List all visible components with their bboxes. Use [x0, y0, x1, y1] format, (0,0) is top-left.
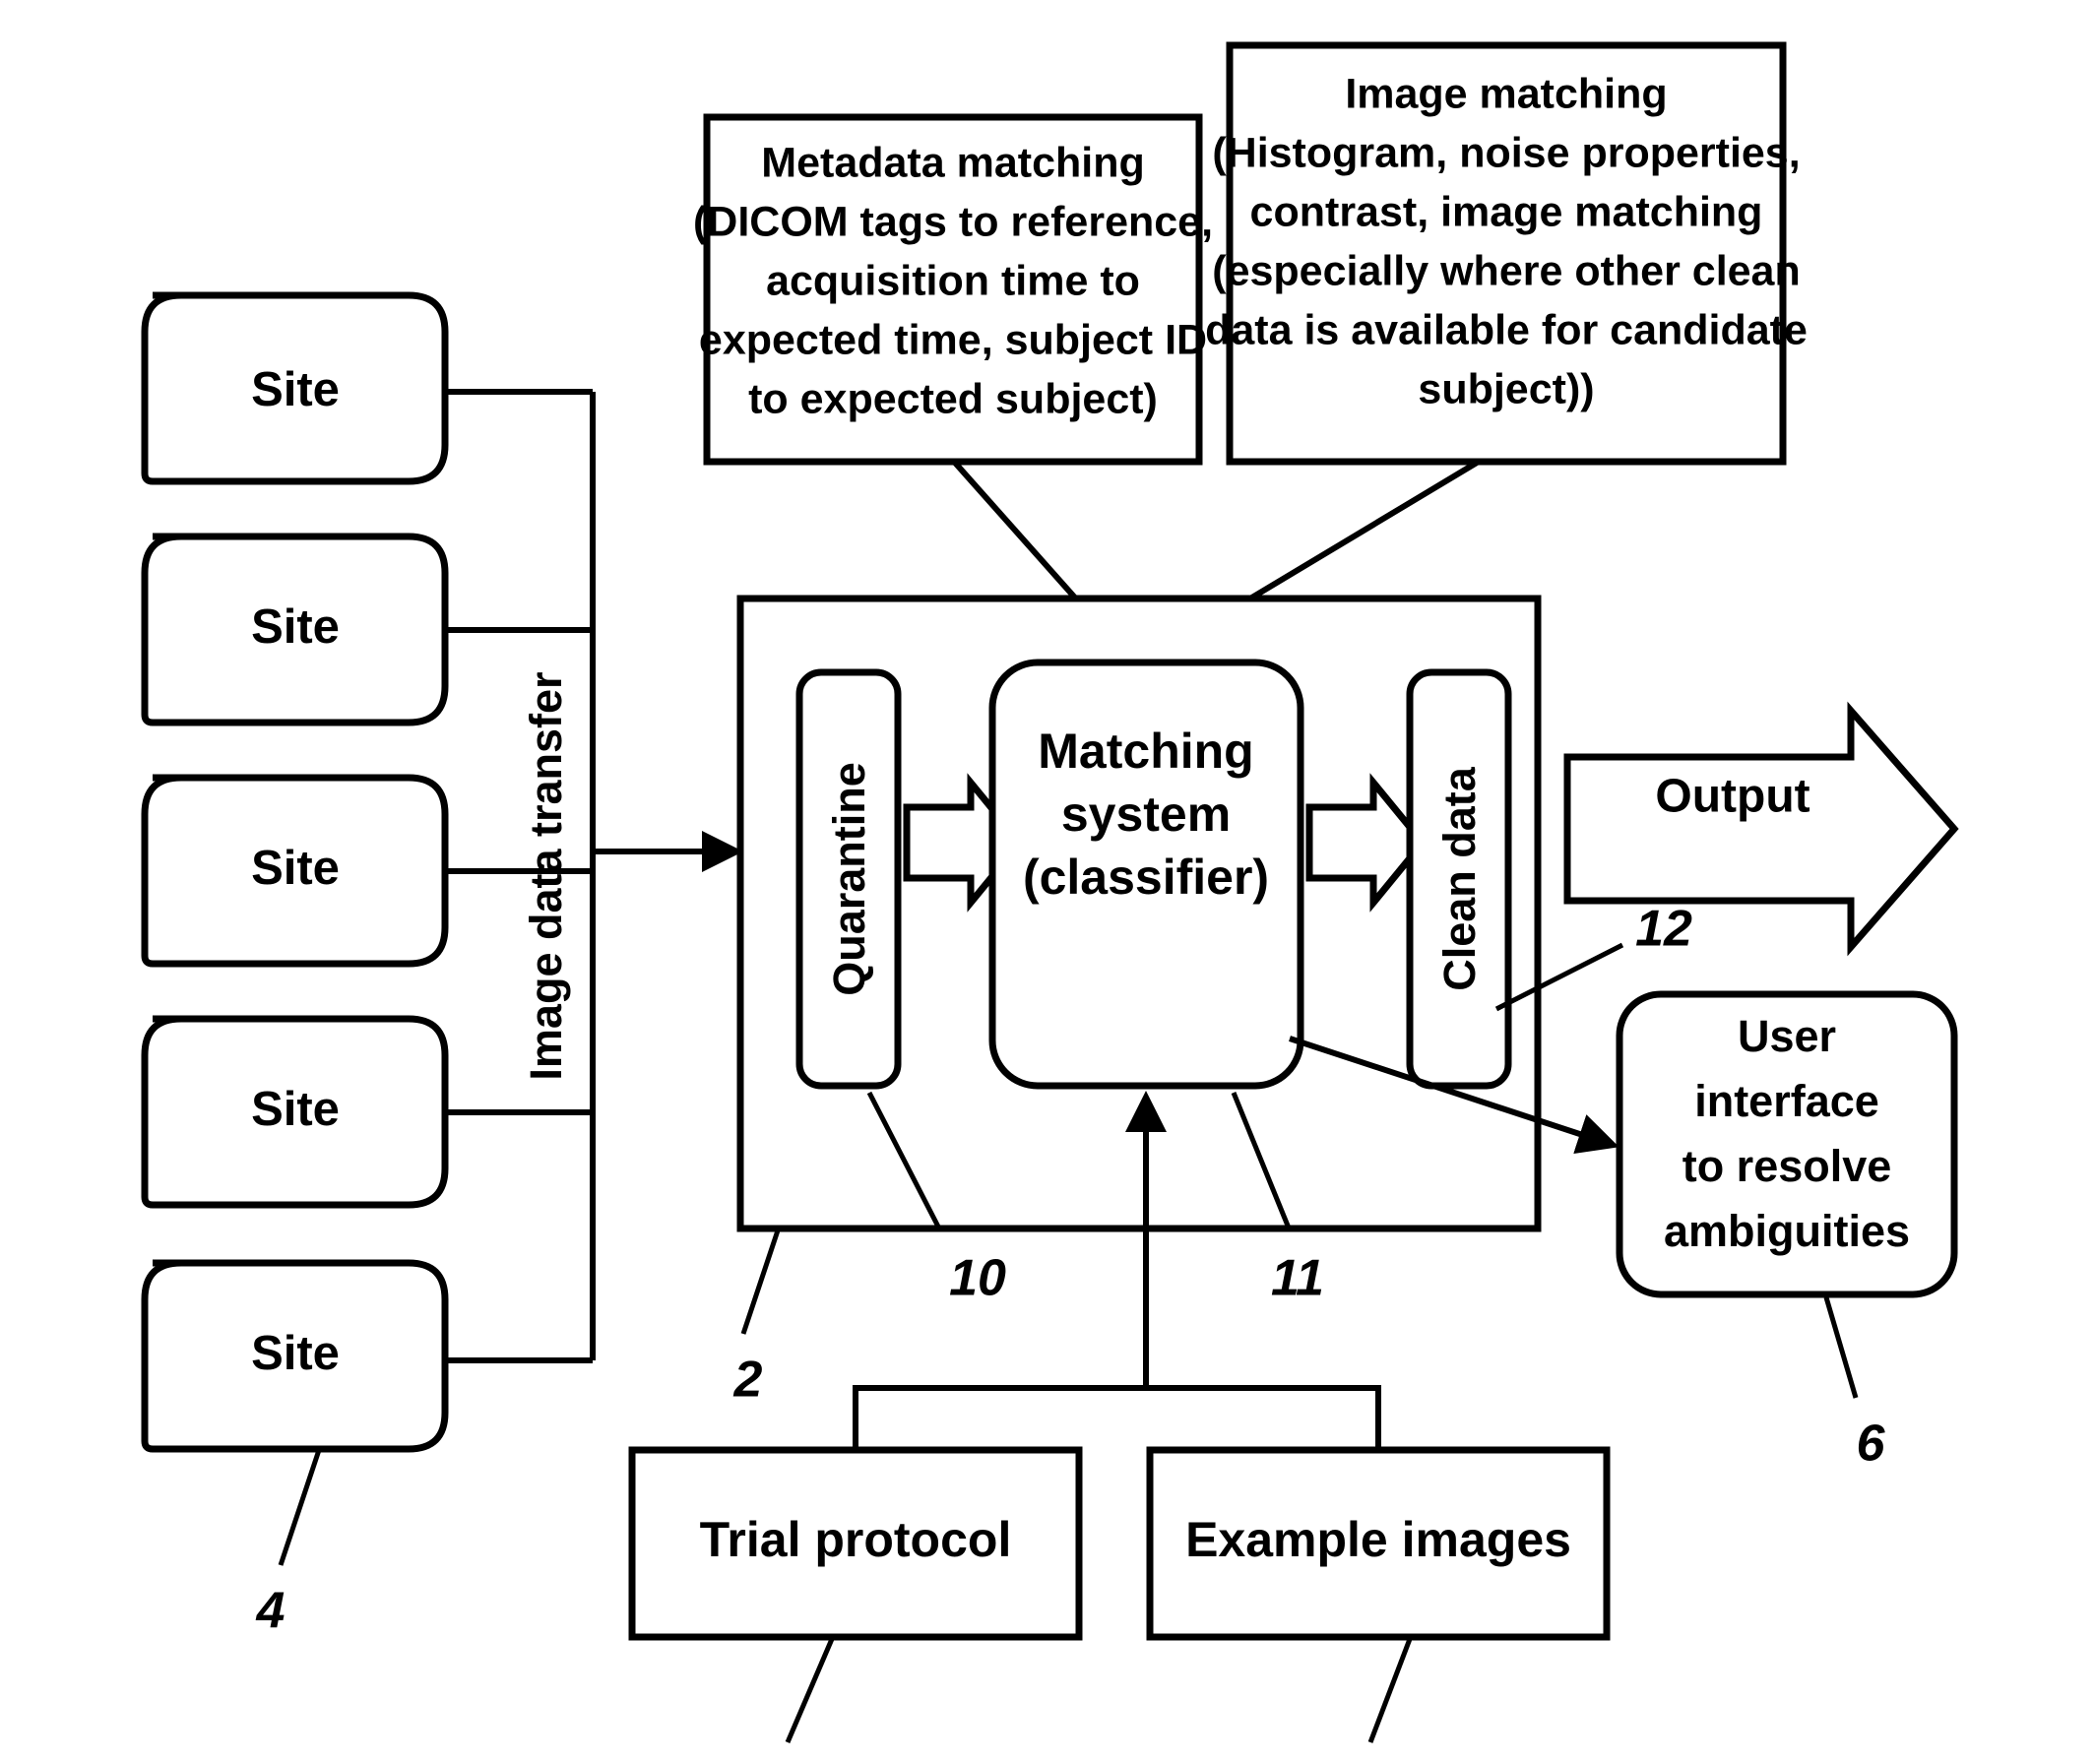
ref-label-11: 11: [1271, 1250, 1324, 1307]
user-interface-box[interactable]: User interface to resolve ambiguities: [1616, 990, 1958, 1298]
site-label-4: Site: [251, 1083, 340, 1136]
ref-leader-6: 6: [1823, 1296, 1886, 1473]
image-note-line-3: contrast, image matching: [1250, 188, 1763, 235]
image-data-transfer-bus: [445, 389, 743, 1363]
ref-leader-4: 4: [256, 1446, 323, 1640]
image-data-transfer-label: Image data transfer: [521, 671, 571, 1080]
ref-label-2: 2: [733, 1352, 763, 1409]
ref-label-6: 6: [1857, 1416, 1886, 1473]
diagram-svg: Site Site Site Site Site 4 Image data tr…: [141, 41, 1959, 1764]
ref-leader-2: 2: [733, 1229, 781, 1409]
metadata-note-line-3: acquisition time to: [766, 257, 1140, 304]
figure-canvas: Site Site Site Site Site 4 Image data tr…: [0, 0, 2095, 1764]
image-note-line-2: (Histogram, noise properties,: [1212, 129, 1800, 176]
matching-system-line-3: (classifier): [1023, 850, 1269, 905]
bus-label-text: Image data transfer: [521, 671, 571, 1080]
metadata-matching-note[interactable]: Metadata matching (DICOM tags to referen…: [693, 113, 1213, 466]
matching-system-line-2: system: [1061, 787, 1231, 842]
site-label-5: Site: [251, 1327, 340, 1380]
image-matching-note[interactable]: Image matching (Histogram, noise propert…: [1205, 41, 1808, 466]
quarantine-box[interactable]: Quarantine: [795, 668, 902, 1090]
quarantine-label: Quarantine: [824, 762, 874, 996]
metadata-note-line-1: Metadata matching: [761, 139, 1144, 186]
ui-line-1: User: [1738, 1011, 1836, 1061]
site-box-2[interactable]: Site: [141, 533, 449, 726]
image-note-line-6: subject)): [1418, 365, 1594, 412]
trial-protocol-box[interactable]: Trial protocol: [628, 1446, 1083, 1641]
ref-leader-16: 16: [1353, 1638, 1413, 1764]
example-images-label: Example images: [1185, 1512, 1571, 1567]
metadata-note-line-5: to expected subject): [748, 375, 1158, 422]
ref-label-12: 12: [1635, 901, 1692, 958]
image-note-line-5: data is available for candidate: [1205, 306, 1808, 353]
site-box-1[interactable]: Site: [141, 291, 449, 485]
site-box-3[interactable]: Site: [141, 774, 449, 968]
ui-line-3: to resolve: [1682, 1141, 1892, 1191]
ui-line-2: interface: [1694, 1076, 1879, 1126]
image-note-line-1: Image matching: [1345, 70, 1667, 117]
site-box-4[interactable]: Site: [141, 1015, 449, 1209]
site-label-3: Site: [251, 842, 340, 895]
output-label: Output: [1655, 771, 1809, 823]
ref-label-15: 15: [769, 1758, 827, 1764]
clean-data-box[interactable]: Clean data: [1406, 668, 1512, 1090]
image-note-line-4: (especially where other clean: [1212, 247, 1801, 294]
output-arrow[interactable]: Output: [1563, 701, 1959, 957]
ref-label-10: 10: [949, 1250, 1006, 1307]
trial-protocol-label: Trial protocol: [700, 1512, 1012, 1567]
site-label-2: Site: [251, 600, 340, 654]
matching-system-line-1: Matching: [1038, 724, 1253, 779]
ref-label-4: 4: [256, 1583, 286, 1640]
ref-label-16: 16: [1353, 1758, 1411, 1764]
ui-line-4: ambiguities: [1664, 1206, 1910, 1256]
matching-system-box[interactable]: Matching system (classifier): [988, 659, 1304, 1090]
site-box-5[interactable]: Site: [141, 1259, 449, 1453]
metadata-note-line-2: (DICOM tags to reference,: [693, 198, 1213, 245]
metadata-note-line-4: expected time, subject ID: [699, 316, 1207, 363]
ref-leader-15: 15: [769, 1638, 835, 1764]
site-label-1: Site: [251, 363, 340, 416]
clean-data-label: Clean data: [1434, 766, 1485, 991]
example-images-box[interactable]: Example images: [1146, 1446, 1611, 1641]
